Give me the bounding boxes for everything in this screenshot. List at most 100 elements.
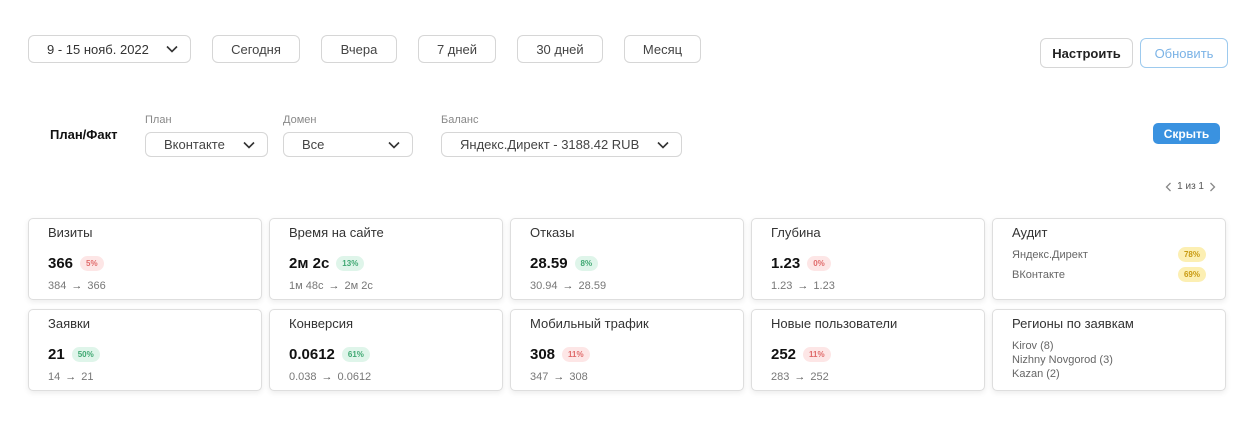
metric-from: 30.94 <box>530 280 558 292</box>
change-badge: 5% <box>80 255 104 271</box>
pagination: 1 из 1 <box>1165 181 1216 192</box>
change-badge: 61% <box>341 346 370 362</box>
metric-to: 21 <box>81 371 94 383</box>
metric-title: Мобильный трафик <box>530 316 649 331</box>
plan-filter: План Вконтакте <box>145 114 268 157</box>
setup-button[interactable]: Настроить <box>1040 38 1133 68</box>
change-badge: 8% <box>574 255 599 271</box>
arrow-right-icon: → <box>328 280 340 292</box>
header-actions: Настроить Обновить <box>1040 38 1228 68</box>
plan-fact-title: План/Факт <box>50 127 118 142</box>
period-today-button[interactable]: Сегодня <box>212 35 300 63</box>
metric-from: 283 <box>771 371 790 383</box>
metric-to: 1.23 <box>813 280 835 292</box>
period-30-days-button[interactable]: 30 дней <box>517 35 603 63</box>
metric-card-conversion: Конверсия 0.0612 61% 0.038 → 0.0612 <box>269 309 503 391</box>
balance-select[interactable]: Яндекс.Директ - 3188.42 RUB <box>441 132 682 157</box>
arrow-right-icon: → <box>321 371 333 383</box>
arrow-right-icon: → <box>797 280 809 292</box>
metric-value: 0.0612 <box>289 345 335 363</box>
domain-select[interactable]: Все <box>283 132 413 157</box>
metric-card-requests: Заявки 21 50% 14 → 21 <box>28 309 262 391</box>
plan-select-value: Вконтакте <box>164 137 225 152</box>
metric-to: 252 <box>810 371 829 383</box>
regions-title: Регионы по заявкам <box>1012 316 1134 331</box>
chevron-down-icon <box>243 141 255 149</box>
refresh-button[interactable]: Обновить <box>1140 38 1228 68</box>
balance-filter-label: Баланс <box>441 114 479 126</box>
metric-card-depth: Глубина 1.23 0% 1.23 → 1.23 <box>751 218 985 300</box>
metric-to: 2м 2с <box>344 280 373 292</box>
metric-from: 1м 48с <box>289 280 324 292</box>
metric-title: Визиты <box>48 225 93 240</box>
chevron-left-icon[interactable] <box>1165 182 1172 192</box>
metric-title: Заявки <box>48 316 90 331</box>
audit-source: ВКонтакте <box>1012 268 1065 281</box>
arrow-right-icon: → <box>65 371 77 383</box>
metric-card-time-on-site: Время на сайте 2м 2с 13% 1м 48с → 2м 2с <box>269 218 503 300</box>
chevron-down-icon <box>388 141 400 149</box>
metric-from: 384 <box>48 280 67 292</box>
date-range-value: 9 - 15 нояб. 2022 <box>47 41 149 57</box>
arrow-right-icon: → <box>562 280 574 292</box>
metric-title: Новые пользователи <box>771 316 898 331</box>
audit-source: Яндекс.Директ <box>1012 248 1088 261</box>
metric-value: 1.23 <box>771 254 801 272</box>
metric-title: Конверсия <box>289 316 354 331</box>
metrics-grid: Визиты 366 5% 384 → 366 Время на сайте 2м 2… <box>28 218 1226 391</box>
metric-to: 366 <box>87 280 106 292</box>
change-badge: 13% <box>336 255 365 271</box>
audit-card: Аудит Яндекс.Директ 78% ВКонтакте 69% <box>992 218 1226 300</box>
domain-filter-label: Домен <box>283 114 317 126</box>
metric-from: 347 <box>530 371 549 383</box>
period-7-days-button[interactable]: 7 дней <box>418 35 496 63</box>
chevron-down-icon <box>657 141 669 149</box>
metric-value: 252 <box>771 345 797 363</box>
region-item: Kirov (8) <box>1012 340 1054 352</box>
hide-button[interactable]: Скрыть <box>1153 123 1220 144</box>
metric-card-mobile-traffic: Мобильный трафик 308 11% 347 → 308 <box>510 309 744 391</box>
arrow-right-icon: → <box>553 371 565 383</box>
date-range-select[interactable]: 9 - 15 нояб. 2022 <box>28 35 191 63</box>
period-month-button[interactable]: Месяц <box>624 35 701 63</box>
balance-filter: Баланс Яндекс.Директ - 3188.42 RUB <box>441 114 682 157</box>
metric-from: 0.038 <box>289 371 317 383</box>
metric-to: 0.0612 <box>337 371 372 383</box>
region-item: Kazan (2) <box>1012 368 1060 380</box>
plan-filter-label: План <box>145 114 172 126</box>
regions-card: Регионы по заявкам Kirov (8) Nizhny Novg… <box>992 309 1226 391</box>
metric-to: 28.59 <box>578 280 607 292</box>
audit-row: ВКонтакте 69% <box>1012 267 1206 282</box>
metric-value: 366 <box>48 254 74 272</box>
domain-select-value: Все <box>302 137 325 152</box>
region-item: Nizhny Novgorod (3) <box>1012 354 1113 366</box>
period-yesterday-button[interactable]: Вчера <box>321 35 397 63</box>
pagination-label: 1 из 1 <box>1177 181 1204 192</box>
change-badge: 50% <box>71 346 100 362</box>
audit-title: Аудит <box>1012 225 1048 240</box>
metric-to: 308 <box>569 371 588 383</box>
change-badge: 11% <box>562 346 590 362</box>
metric-value: 308 <box>530 345 556 363</box>
domain-filter: Домен Все <box>283 114 413 157</box>
audit-score-badge: 69% <box>1177 267 1206 282</box>
metric-card-bounces: Отказы 28.59 8% 30.94 → 28.59 <box>510 218 744 300</box>
metric-value: 2м 2с <box>289 254 330 272</box>
metric-title: Глубина <box>771 225 821 240</box>
metric-from: 1.23 <box>771 280 793 292</box>
plan-select[interactable]: Вконтакте <box>145 132 268 157</box>
metric-title: Время на сайте <box>289 225 384 240</box>
period-bar: 9 - 15 нояб. 2022 Сегодня Вчера 7 дней 3… <box>28 35 701 63</box>
metric-value: 21 <box>48 345 65 363</box>
metric-card-visits: Визиты 366 5% 384 → 366 <box>28 218 262 300</box>
change-badge: 11% <box>803 346 831 362</box>
audit-row: Яндекс.Директ 78% <box>1012 247 1206 262</box>
arrow-right-icon: → <box>794 371 806 383</box>
balance-select-value: Яндекс.Директ - 3188.42 RUB <box>460 137 640 152</box>
change-badge: 0% <box>807 255 831 271</box>
metric-card-new-users: Новые пользователи 252 11% 283 → 252 <box>751 309 985 391</box>
audit-score-badge: 78% <box>1177 247 1206 262</box>
chevron-down-icon <box>166 45 178 53</box>
arrow-right-icon: → <box>71 280 83 292</box>
chevron-right-icon[interactable] <box>1209 182 1216 192</box>
